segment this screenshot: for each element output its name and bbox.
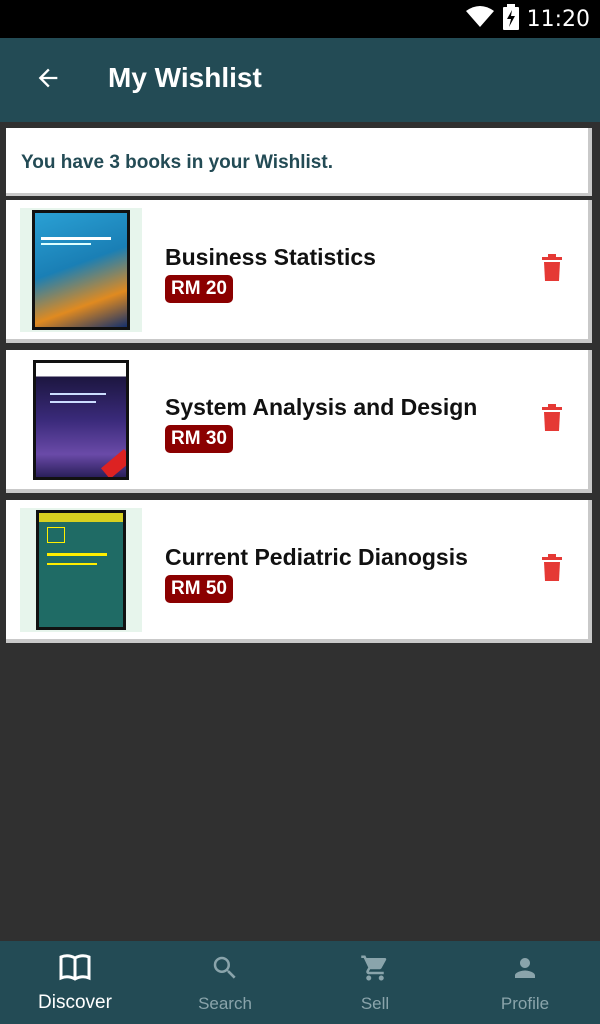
book-title: Current Pediatric Dianogsis — [165, 544, 468, 570]
book-cover-image — [36, 510, 126, 630]
book-cover — [20, 358, 142, 482]
wishlist-summary-text: You have 3 books in your Wishlist. — [21, 152, 333, 173]
delete-button[interactable] — [534, 552, 570, 588]
nav-label: Discover — [38, 992, 112, 1013]
book-open-icon — [59, 953, 91, 986]
cart-icon — [360, 953, 390, 988]
nav-profile[interactable]: Profile — [450, 941, 600, 1024]
book-cover-image — [33, 360, 129, 480]
wishlist-summary-card: You have 3 books in your Wishlist. — [6, 128, 592, 196]
trash-icon — [540, 403, 564, 437]
nav-label: Profile — [500, 994, 550, 1013]
app-bar: My Wishlist — [0, 38, 600, 122]
trash-icon — [540, 553, 564, 587]
price-badge: RM 30 — [165, 425, 233, 453]
book-cover — [20, 508, 142, 632]
status-bar: 11:20 — [0, 0, 600, 38]
delete-button[interactable] — [534, 402, 570, 438]
price-badge: RM 20 — [165, 275, 233, 303]
wishlist-content: You have 3 books in your Wishlist. Busin… — [0, 122, 600, 942]
person-icon — [510, 953, 540, 988]
arrow-left-icon — [34, 64, 62, 97]
back-button[interactable] — [24, 56, 72, 104]
wishlist-item[interactable]: Business Statistics RM 20 — [6, 200, 592, 343]
nav-sell[interactable]: Sell — [300, 941, 450, 1024]
price-badge: RM 50 — [165, 575, 233, 603]
trash-icon — [540, 253, 564, 287]
nav-discover[interactable]: Discover — [0, 941, 150, 1024]
book-title: System Analysis and Design — [165, 394, 478, 420]
book-cover-image — [32, 210, 130, 330]
status-time: 11:20 — [526, 6, 590, 32]
wifi-icon — [465, 5, 495, 34]
delete-button[interactable] — [534, 252, 570, 288]
nav-search[interactable]: Search — [150, 941, 300, 1024]
bottom-navigation: Discover Search Sell Profile — [0, 941, 600, 1024]
wishlist-item[interactable]: System Analysis and Design RM 30 — [6, 350, 592, 493]
page-title: My Wishlist — [108, 62, 262, 93]
book-cover — [20, 208, 142, 332]
search-icon — [210, 953, 240, 988]
book-title: Business Statistics — [165, 244, 376, 270]
nav-label: Search — [198, 994, 252, 1013]
wishlist-item[interactable]: Current Pediatric Dianogsis RM 50 — [6, 500, 592, 643]
battery-charging-icon — [502, 3, 519, 35]
status-icons: 11:20 — [465, 3, 590, 35]
nav-label: Sell — [360, 994, 390, 1013]
